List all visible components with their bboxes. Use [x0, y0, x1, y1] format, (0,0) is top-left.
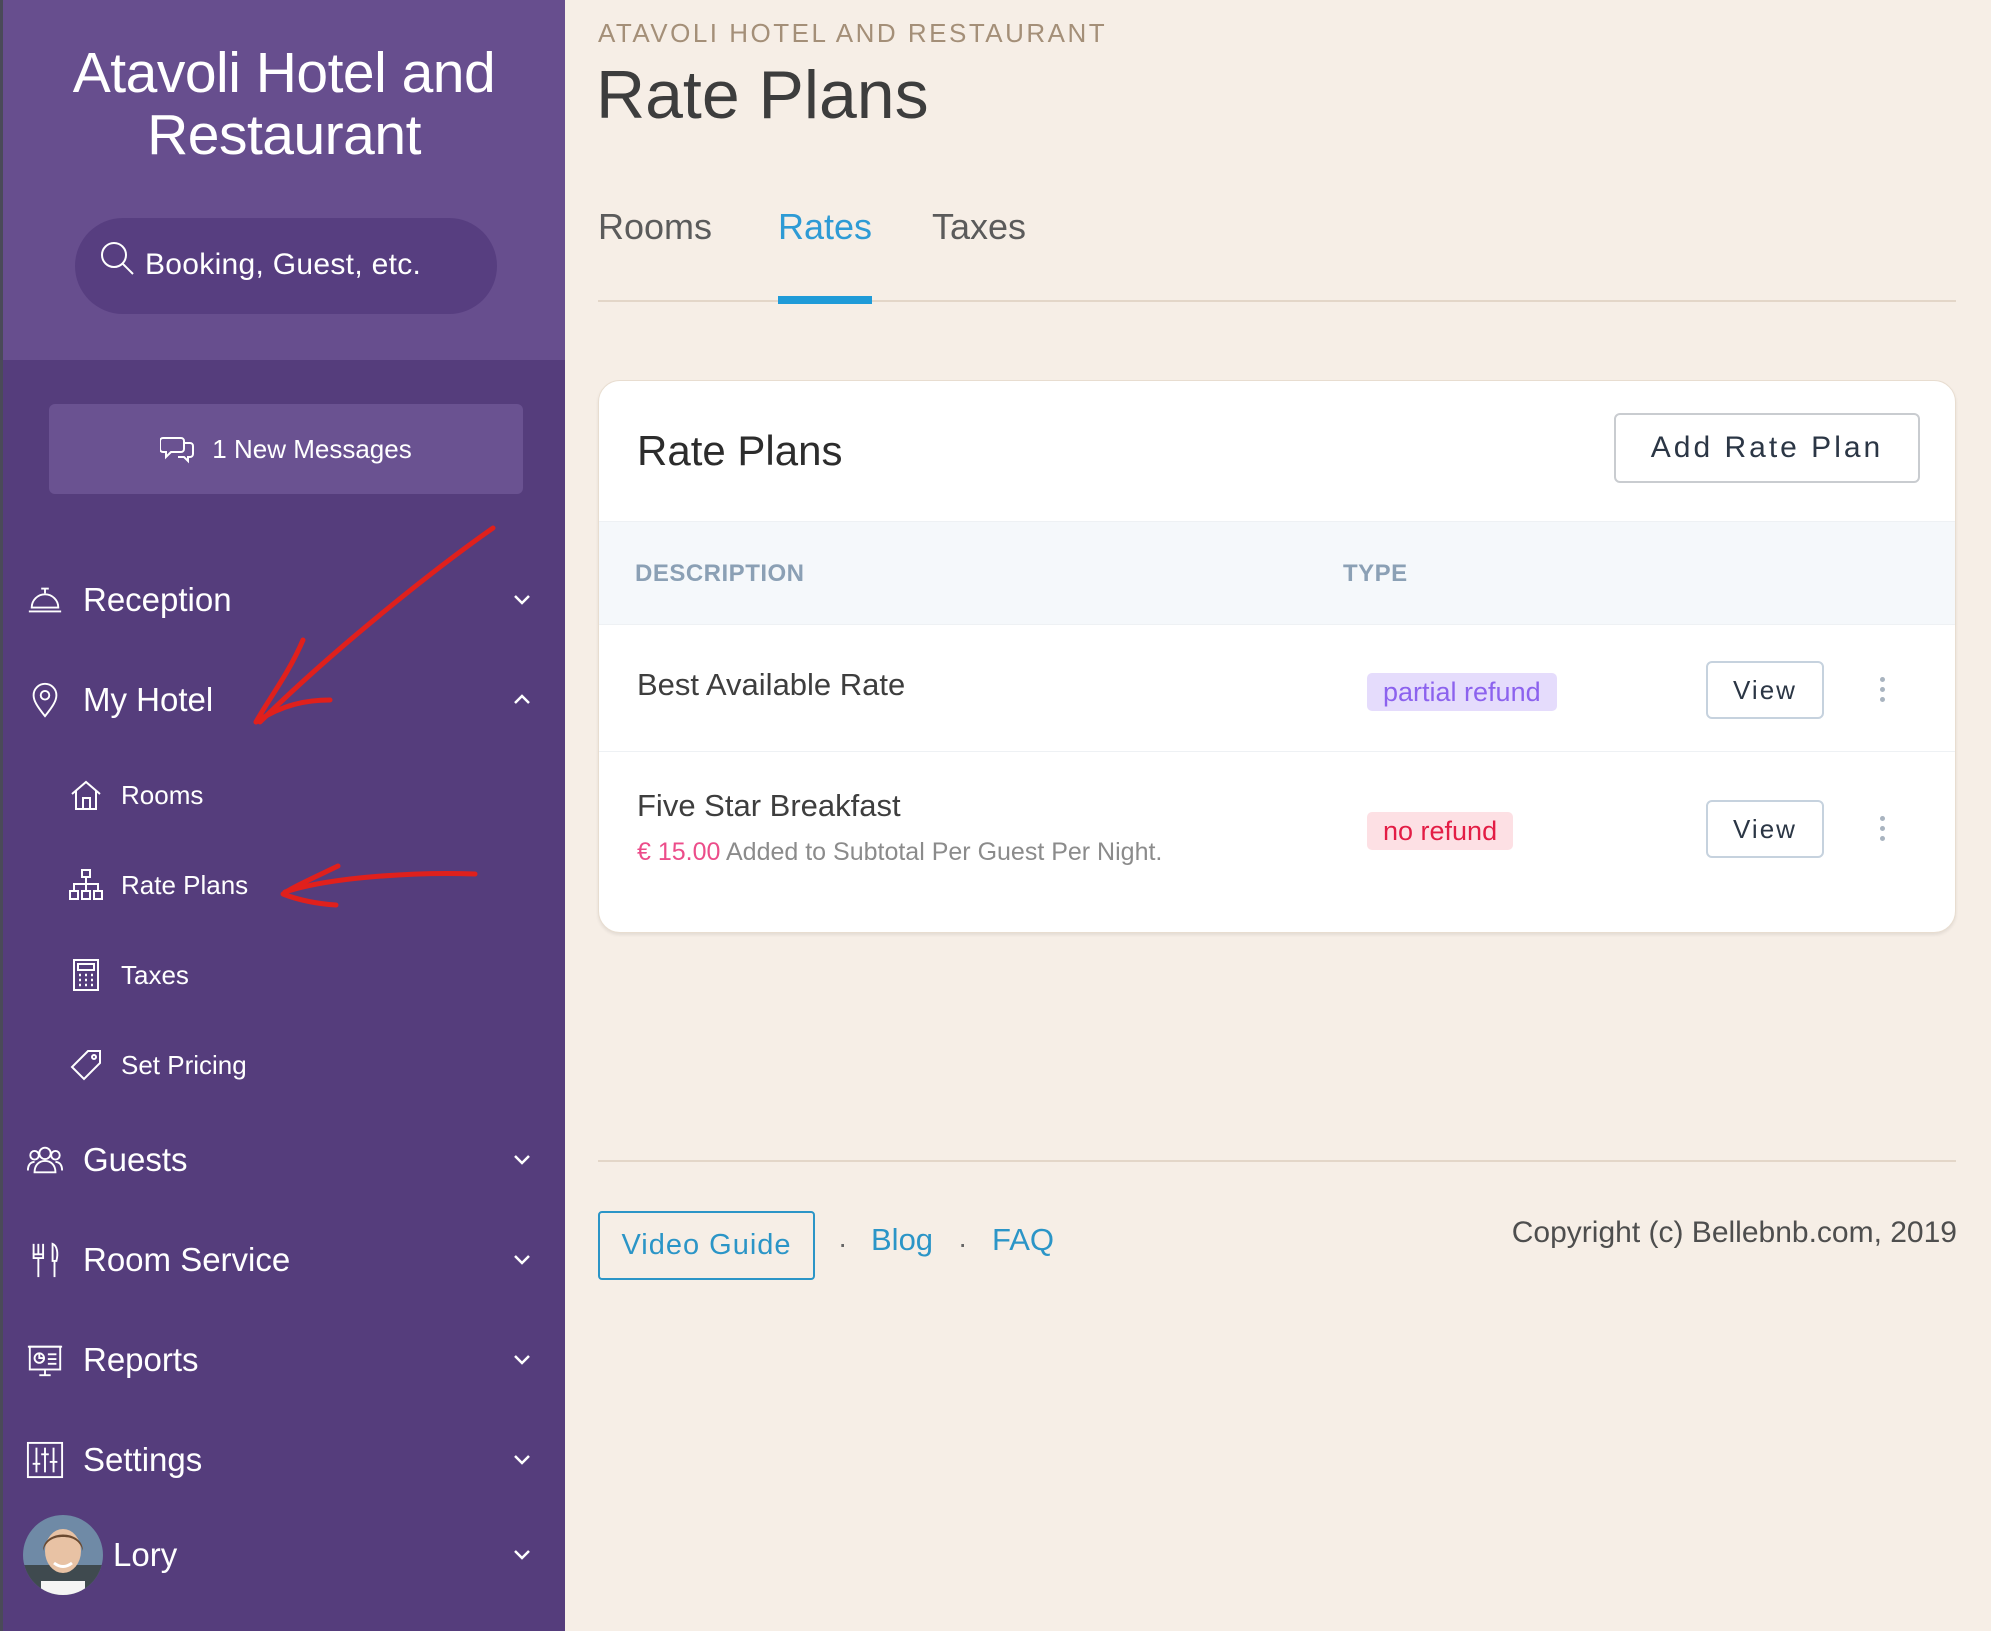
sitemap-icon: [69, 868, 103, 902]
subnav-rate-plans[interactable]: Rate Plans: [69, 855, 248, 915]
subnav-set-pricing[interactable]: Set Pricing: [69, 1035, 247, 1095]
chevron-down-icon: [514, 1355, 530, 1365]
search-input[interactable]: Booking, Guest, etc.: [75, 218, 497, 314]
blog-link[interactable]: Blog: [871, 1222, 933, 1258]
chevron-down-icon: [514, 595, 530, 605]
refund-type-badge: partial refund: [1367, 673, 1557, 711]
rate-description: Five Star Breakfast: [637, 788, 901, 823]
faq-link[interactable]: FAQ: [992, 1222, 1054, 1258]
nav-guests[interactable]: Guests: [25, 1125, 535, 1195]
tab-bar: Rooms Rates Taxes: [598, 200, 1956, 304]
table-row: Five Star Breakfast € 15.00 Added to Sub…: [599, 752, 1955, 932]
more-options-icon[interactable]: [1877, 816, 1887, 846]
footer-separator: ·: [838, 1228, 848, 1259]
hotel-eyebrow: ATAVOLI HOTEL AND RESTAURANT: [598, 18, 1108, 48]
nav-my-hotel[interactable]: My Hotel: [25, 665, 535, 735]
chevron-up-icon: [514, 694, 530, 704]
house-icon: [69, 778, 103, 812]
chevron-down-icon: [514, 1255, 530, 1265]
nav-settings-label: Settings: [83, 1441, 203, 1478]
tab-rooms[interactable]: Rooms: [598, 206, 712, 302]
search-placeholder: Booking, Guest, etc.: [145, 248, 422, 281]
nav-user-label: Lory: [113, 1536, 178, 1573]
footer-separator: ·: [958, 1228, 968, 1259]
copyright-text: Copyright (c) Bellebnb.com, 2019: [1511, 1216, 1957, 1249]
rate-description: Best Available Rate: [637, 667, 906, 702]
rate-amount: € 15.00: [637, 838, 721, 866]
messages-button[interactable]: 1 New Messages: [49, 404, 523, 494]
nav-settings[interactable]: Settings: [25, 1425, 535, 1495]
refund-type-badge: no refund: [1367, 812, 1514, 850]
rate-note-text: Added to Subtotal Per Guest Per Night.: [726, 838, 1163, 866]
column-description: DESCRIPTION: [635, 560, 805, 587]
nav-my-hotel-label: My Hotel: [83, 681, 214, 718]
sidebar: Atavoli Hotel and Restaurant Booking, Gu…: [0, 0, 565, 1631]
tab-taxes[interactable]: Taxes: [932, 206, 1026, 302]
bell-icon: [25, 580, 65, 620]
nav-reception-label: Reception: [83, 581, 232, 618]
subnav-taxes-label: Taxes: [121, 959, 189, 990]
price-tag-icon: [69, 1048, 103, 1082]
chevron-down-icon: [514, 1155, 530, 1165]
fork-knife-icon: [25, 1240, 65, 1280]
table-row: Best Available Rate partial refund View: [599, 625, 1955, 752]
nav-reports[interactable]: Reports: [25, 1325, 535, 1395]
add-rate-plan-button[interactable]: Add Rate Plan: [1614, 413, 1920, 483]
hotel-name: Atavoli Hotel and Restaurant: [72, 41, 496, 167]
rate-note: € 15.00 Added to Subtotal Per Guest Per …: [637, 838, 1162, 867]
search-icon: [101, 242, 134, 275]
chat-icon: [160, 437, 195, 464]
messages-label: 1 New Messages: [212, 433, 412, 464]
nav-user[interactable]: Lory: [23, 1510, 535, 1600]
chevron-down-icon: [514, 1550, 530, 1560]
rate-plans-card: Rate Plans Add Rate Plan DESCRIPTION TYP…: [598, 380, 1956, 933]
users-icon: [25, 1140, 65, 1180]
table-header: DESCRIPTION TYPE: [599, 521, 1955, 625]
view-button[interactable]: View: [1706, 661, 1824, 719]
column-type: TYPE: [1343, 560, 1408, 587]
calculator-icon: [69, 958, 103, 992]
nav-reports-label: Reports: [83, 1341, 199, 1378]
card-title: Rate Plans: [637, 427, 843, 474]
chevron-down-icon: [514, 1455, 530, 1465]
nav-room-service-label: Room Service: [83, 1241, 291, 1278]
subnav-rooms-label: Rooms: [121, 779, 204, 810]
subnav-rate-plans-label: Rate Plans: [121, 869, 249, 900]
subnav-set-pricing-label: Set Pricing: [121, 1049, 247, 1080]
subnav-rooms[interactable]: Rooms: [69, 765, 203, 825]
subnav-taxes[interactable]: Taxes: [69, 945, 189, 1005]
sliders-icon: [25, 1440, 65, 1480]
nav-guests-label: Guests: [83, 1141, 188, 1178]
page-title: Rate Plans: [596, 57, 929, 133]
nav-reception[interactable]: Reception: [25, 565, 535, 635]
tab-rates[interactable]: Rates: [778, 206, 873, 304]
avatar: [23, 1515, 103, 1595]
presentation-chart-icon: [25, 1340, 65, 1380]
nav-room-service[interactable]: Room Service: [25, 1225, 535, 1295]
sidebar-header: Atavoli Hotel and Restaurant Booking, Gu…: [3, 0, 565, 360]
location-pin-icon: [25, 680, 65, 720]
more-options-icon[interactable]: [1877, 677, 1887, 707]
video-guide-button[interactable]: Video Guide: [598, 1211, 815, 1280]
view-button[interactable]: View: [1706, 800, 1824, 858]
footer-divider: [598, 1160, 1956, 1162]
